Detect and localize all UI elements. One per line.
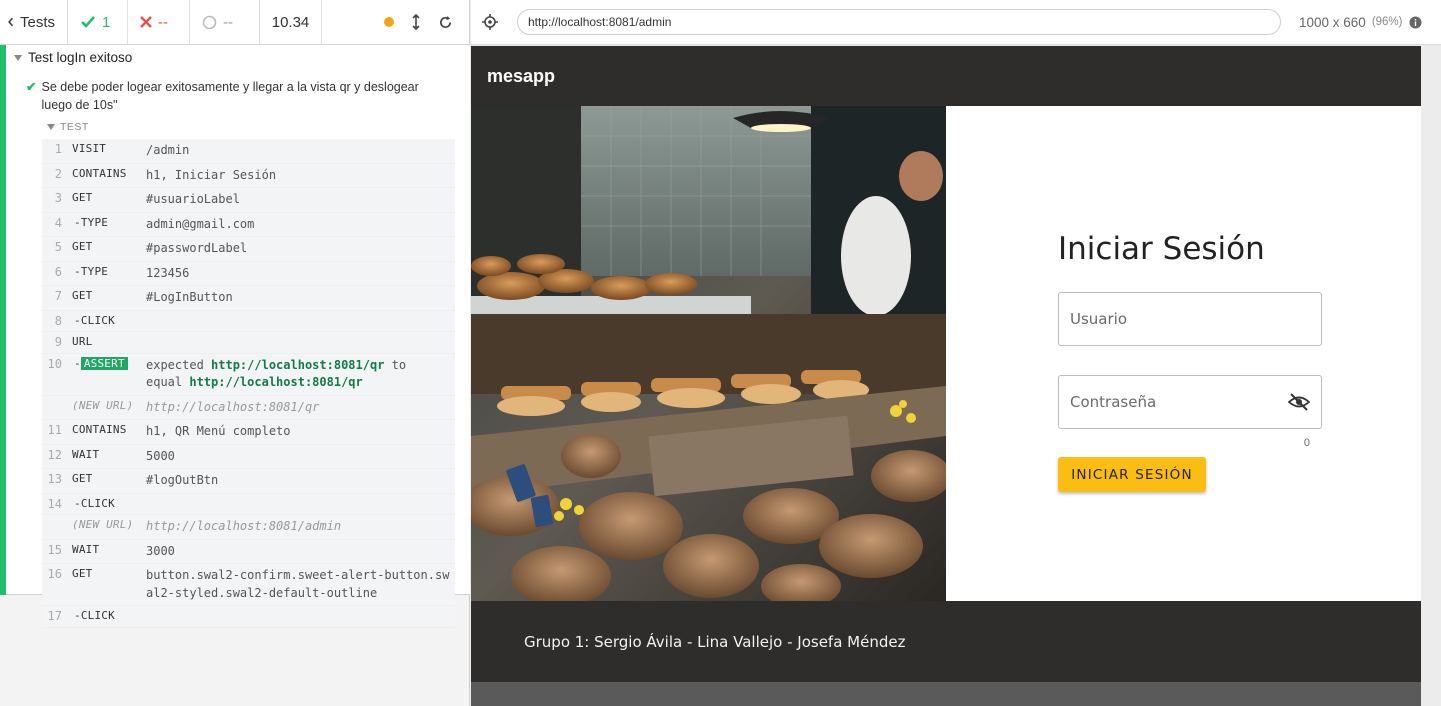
app-under-test: mesapp Iniciar Sesión Usuario Contraseña… <box>471 46 1421 682</box>
chevron-left-icon <box>8 17 14 27</box>
login-title: Iniciar Sesión <box>1058 231 1265 267</box>
app-brand[interactable]: mesapp <box>487 66 555 87</box>
x-icon <box>140 16 152 28</box>
command-row[interactable]: 14 -CLICK <box>42 494 455 515</box>
login-form: Iniciar Sesión Usuario Contraseña 0 INIC… <box>1058 231 1322 492</box>
command-row[interactable]: 7 GET #LogInButton <box>42 286 455 311</box>
cypress-runner: Tests 1 -- -- 10.34 Test logIn exitoso ✔… <box>0 0 1441 706</box>
command-log: 1 VISIT/admin 2 CONTAINS h1, Iniciar Sesión… <box>42 139 455 628</box>
command-row[interactable]: 5 GET #passwordLabel <box>42 237 455 262</box>
command-row[interactable]: 17 -CLICK <box>42 606 455 628</box>
command-row[interactable]: 6 -TYPE 123456 <box>42 262 455 286</box>
suite-title[interactable]: Test logIn exitoso <box>14 50 132 65</box>
usuario-input[interactable]: Usuario <box>1058 292 1322 346</box>
password-char-counter: 0 <box>1303 437 1310 449</box>
app-footer: Grupo 1: Sergio Ávila - Lina Vallejo - J… <box>471 601 1421 682</box>
bakery-photo-illustration <box>471 106 946 601</box>
passed-count: 1 <box>68 0 128 44</box>
pass-indicator-bar <box>0 45 6 595</box>
duration: 10.34 <box>260 0 322 44</box>
tests-label: Tests <box>19 13 55 31</box>
command-row[interactable]: 11 CONTAINS h1, QR Menú completo <box>42 420 455 445</box>
preview-url-bar: http://localhost:8081/admin 1000 x 660 (… <box>471 0 1441 45</box>
preview-bottom-strip <box>471 682 1421 706</box>
command-row[interactable]: 12 WAIT 5000 <box>42 445 455 469</box>
caret-down-icon <box>14 54 22 61</box>
info-icon[interactable] <box>1409 16 1422 29</box>
login-button[interactable]: INICIAR SESIÓN <box>1058 457 1206 492</box>
status-dot-icon <box>384 17 394 27</box>
command-row[interactable]: 8 -CLICK <box>42 311 455 332</box>
check-icon: ✔ <box>26 80 37 94</box>
reporter-controls <box>322 0 469 44</box>
command-row-assert[interactable]: 10 - ASSERT expected http://localhost:808… <box>42 354 455 396</box>
url-field[interactable]: http://localhost:8081/admin <box>517 9 1281 35</box>
test-runner-body: Test logIn exitoso ✔ Se debe poder logea… <box>0 45 470 628</box>
reporter-header: Tests 1 -- -- 10.34 <box>0 0 469 45</box>
failed-count: -- <box>128 0 190 44</box>
selector-playground-icon[interactable] <box>481 13 499 31</box>
tests-button[interactable]: Tests <box>0 0 68 44</box>
caret-down-icon <box>47 124 55 130</box>
bakery-hero-image <box>471 106 946 601</box>
command-row[interactable]: 9 URL <box>42 332 455 354</box>
command-row[interactable]: 15 WAIT 3000 <box>42 540 455 564</box>
eye-off-icon[interactable] <box>1288 393 1310 411</box>
app-preview: http://localhost:8081/admin 1000 x 660 (… <box>471 0 1441 706</box>
footer-credits: Grupo 1: Sergio Ávila - Lina Vallejo - J… <box>524 632 906 651</box>
new-url-event[interactable]: (NEW URL) http://localhost:8081/qr <box>42 396 455 420</box>
new-url-event[interactable]: (NEW URL) http://localhost:8081/admin <box>42 515 455 540</box>
test-title[interactable]: ✔ Se debe poder logear exitosamente y ll… <box>26 78 426 114</box>
assert-badge: ASSERT <box>80 356 128 370</box>
command-row[interactable]: 1 VISIT/admin <box>42 139 455 164</box>
assert-message: expected http://localhost:8081/qr to equa… <box>146 357 407 390</box>
command-row[interactable]: 3 GET #usuarioLabel <box>42 188 455 213</box>
viewport-info: 1000 x 660 (96%) <box>1299 15 1422 30</box>
test-section-label[interactable]: TEST <box>47 121 89 133</box>
command-row[interactable]: 4 -TYPE admin@gmail.com <box>42 213 455 237</box>
command-row[interactable]: 13 GET #logOutBtn <box>42 469 455 494</box>
check-icon <box>81 16 95 28</box>
command-row[interactable]: 16 GET button.swal2-confirm.sweet-alert-bu… <box>42 564 455 606</box>
circle-pending-icon <box>202 15 217 29</box>
preview-edge <box>1421 46 1441 706</box>
resize-vertical-icon[interactable] <box>412 14 420 30</box>
reporter-panel: Tests 1 -- -- 10.34 Test logIn exitoso ✔… <box>0 0 470 706</box>
password-input[interactable]: Contraseña <box>1058 375 1322 429</box>
app-navbar: mesapp <box>471 46 1421 106</box>
reload-icon[interactable] <box>438 15 453 30</box>
command-row[interactable]: 2 CONTAINS h1, Iniciar Sesión <box>42 164 455 188</box>
pending-count: -- <box>190 0 260 44</box>
